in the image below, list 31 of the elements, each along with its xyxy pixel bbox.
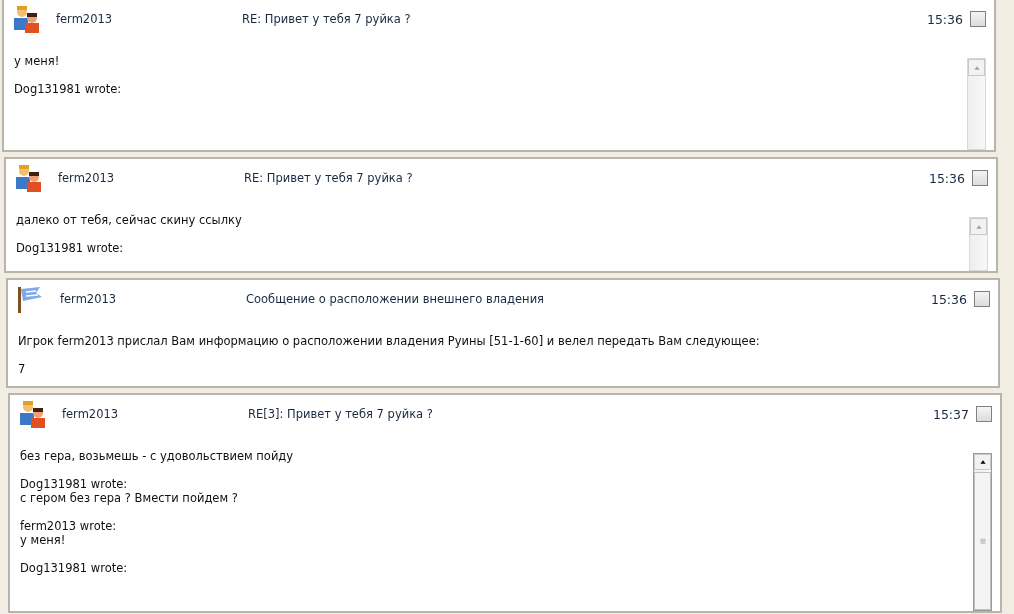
message-text: у меня! [20, 533, 67, 547]
message-text: ferm2013 wrote: [20, 519, 118, 533]
sender-name: ferm2013 [60, 292, 118, 306]
message-text: Dog131981 wrote: [14, 82, 123, 96]
sender-name: ferm2013 [62, 407, 120, 421]
message-subject: RE: Привет у тебя 7 руйка ? [242, 12, 412, 26]
message-subject: RE: Привет у тебя 7 руйка ? [244, 171, 414, 185]
message-text: Dog131981 wrote: [16, 241, 125, 255]
message-time: 15:36 [926, 11, 963, 27]
scrollbar[interactable] [973, 453, 992, 611]
checkbox[interactable] [974, 291, 990, 307]
message-text: Dog131981 wrote: [20, 477, 129, 491]
checkbox[interactable] [970, 11, 986, 27]
checkbox[interactable] [976, 406, 992, 422]
message-text: Dog131981 wrote: [20, 561, 129, 575]
message-time: 15:37 [932, 406, 969, 422]
sender-name: ferm2013 [56, 12, 114, 26]
message-text: далеко от тебя, сейчас скину ссылку [16, 213, 243, 227]
sender-name: ferm2013 [58, 171, 116, 185]
message-text: Игрок ferm2013 прислал Вам информацию о расположении владения Руины [51-1-60] и велел передать Вам следующее: [18, 334, 761, 348]
scroll-up-button[interactable] [974, 454, 991, 470]
message-time: 15:36 [930, 291, 967, 307]
message-text: с гером без гера ? Вмести пойдем ? [20, 491, 239, 505]
message-subject: Сообщение о расположении внешнего владения [246, 292, 546, 306]
message-text: без гера, возьмешь - с удовольствием пойду [20, 449, 295, 463]
message-subject: RE[3]: Привет у тебя 7 руйка ? [248, 407, 434, 421]
checkbox[interactable] [972, 170, 988, 186]
message-text: у меня! [14, 54, 61, 68]
message-text: 7 [18, 362, 27, 376]
message-time: 15:36 [928, 170, 965, 186]
scroll-thumb[interactable] [974, 472, 991, 610]
